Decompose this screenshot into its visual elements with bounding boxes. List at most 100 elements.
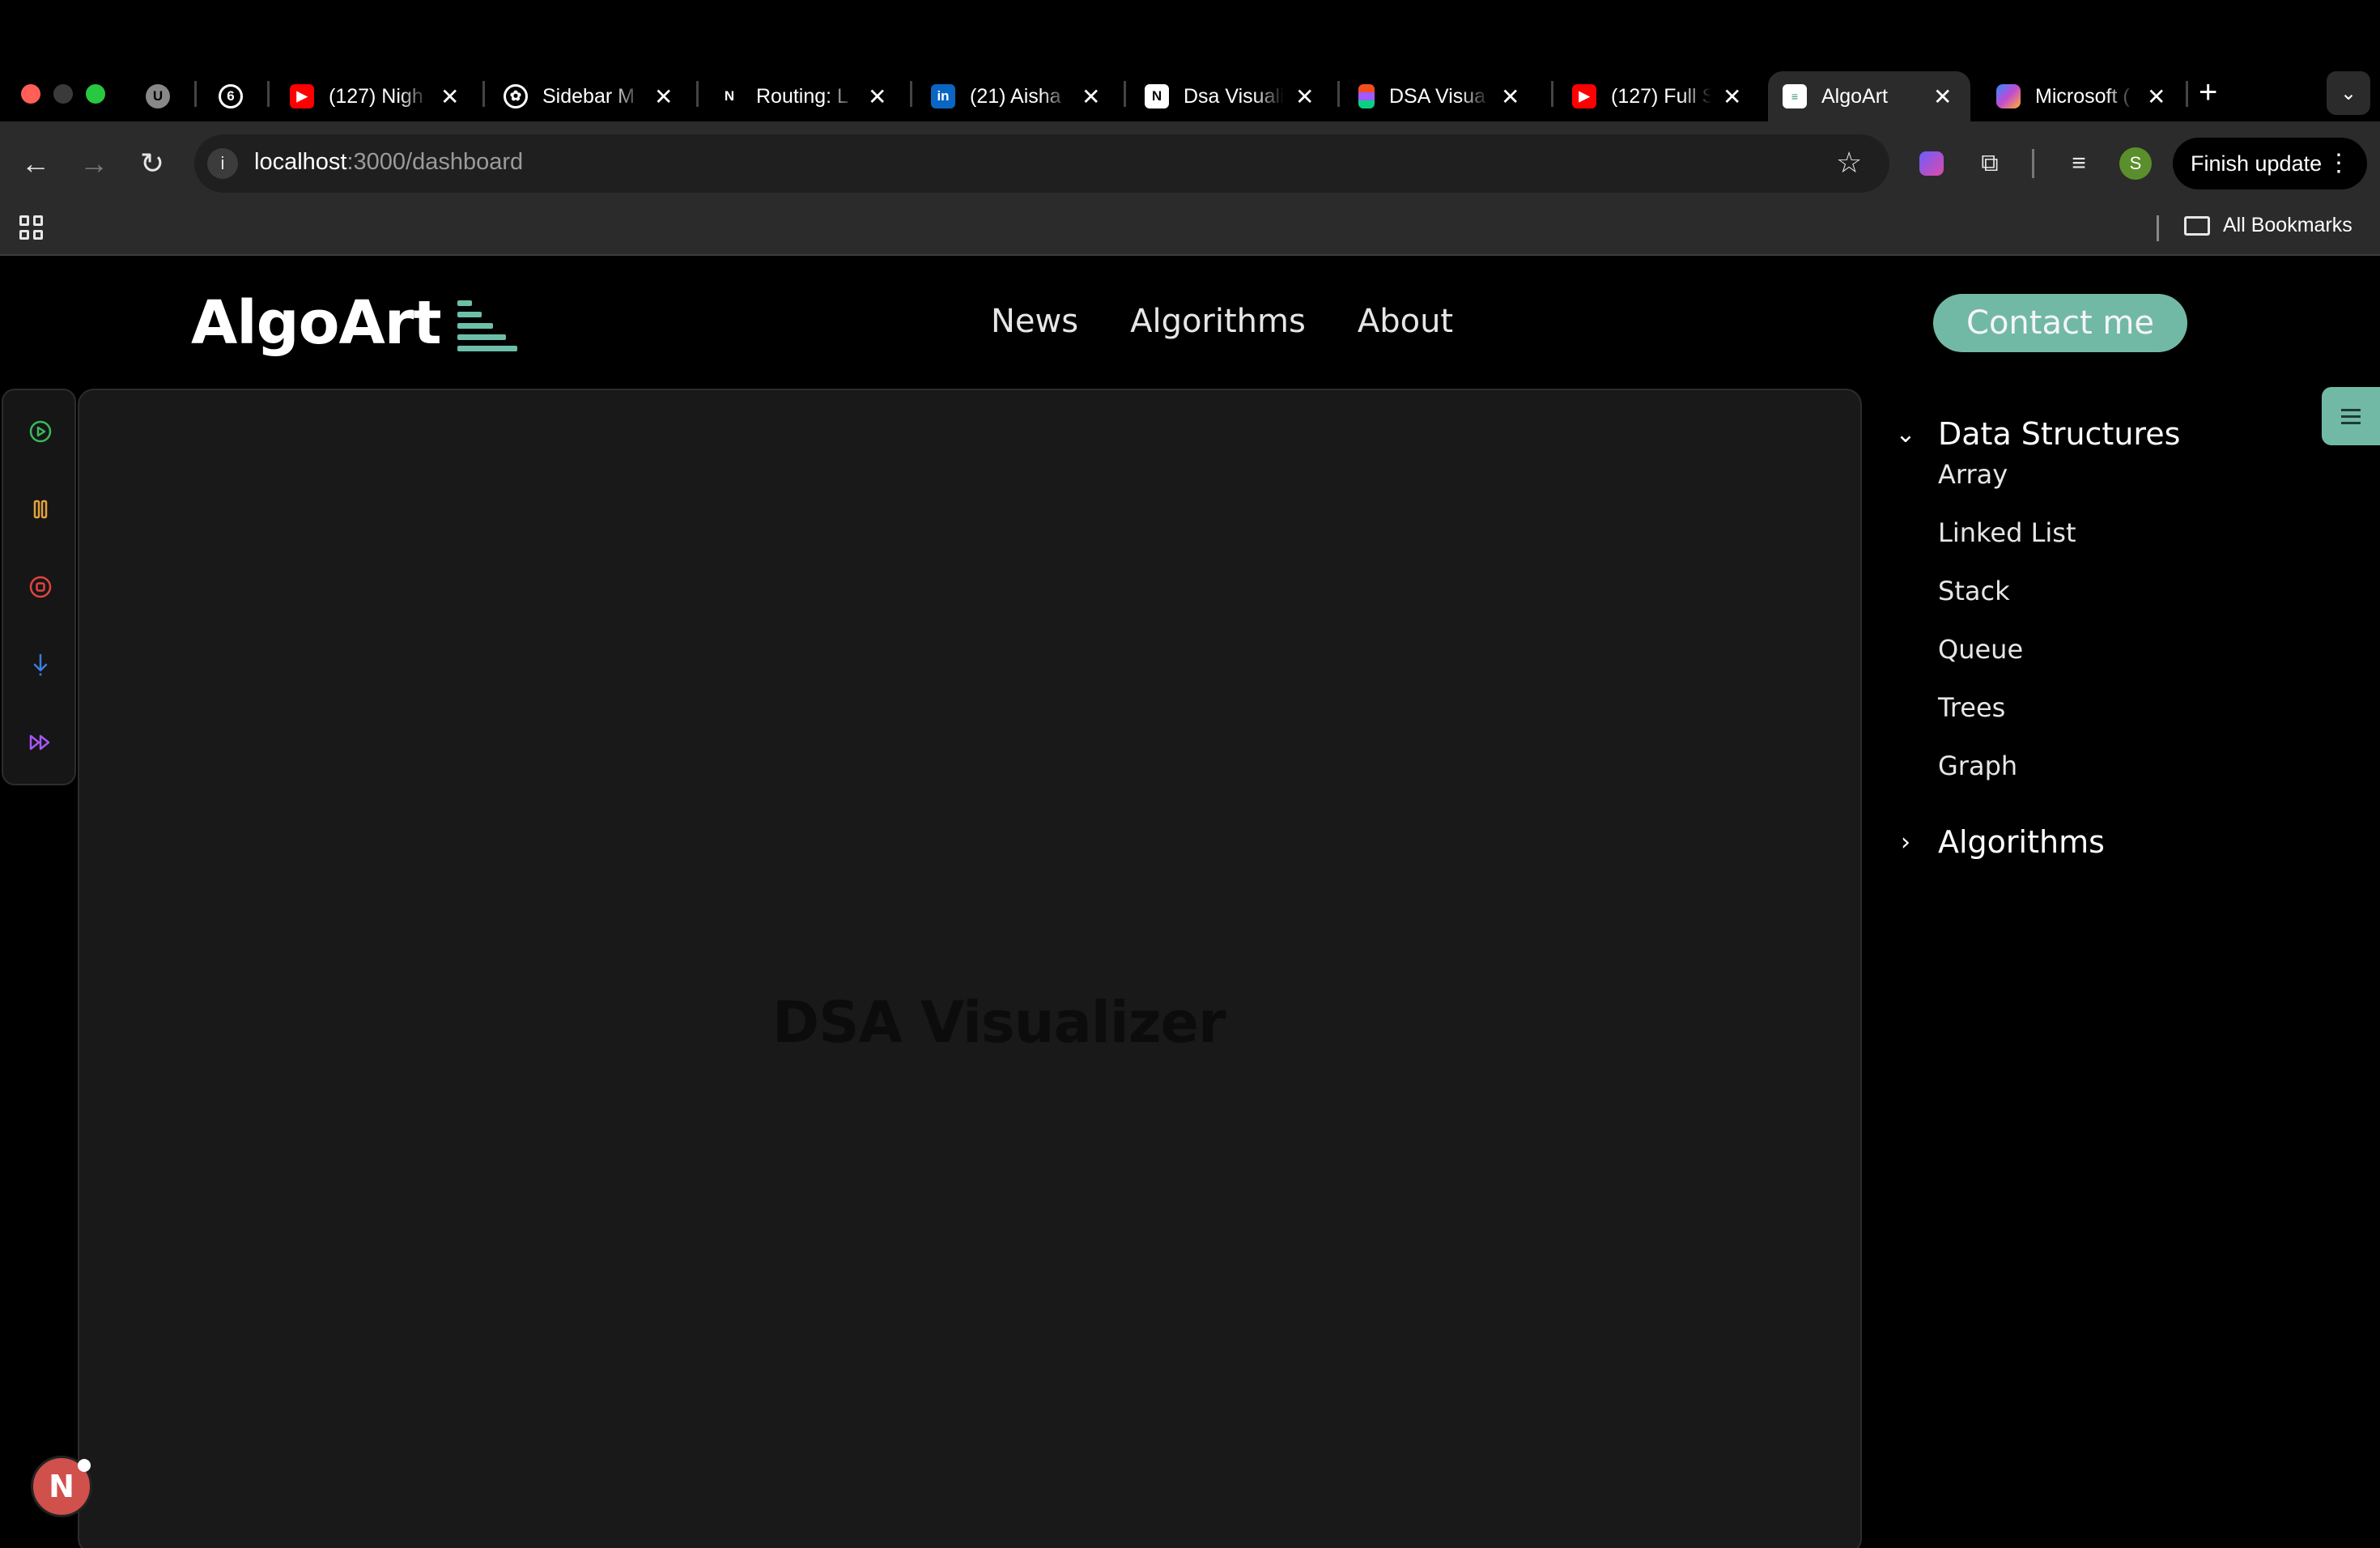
notion-icon: N: [1145, 84, 1169, 108]
tab-title: Dsa Visuali: [1184, 84, 1284, 108]
data-structures-header[interactable]: ⌄ Data Structures: [1891, 416, 2180, 452]
step-down-icon[interactable]: [3, 653, 78, 677]
tab-title: (21) Aisha: [970, 84, 1061, 108]
fast-forward-icon[interactable]: [3, 730, 78, 755]
algorithms-label: Algorithms: [1938, 824, 2105, 860]
puzzle-icon[interactable]: ⧉: [1974, 147, 2006, 180]
extension-icon[interactable]: [1919, 151, 1944, 176]
media-controls-icon[interactable]: ≡: [2063, 147, 2095, 180]
tab-routing[interactable]: N Routing: L ✕: [703, 71, 902, 121]
tab-youtube-2[interactable]: ▶ (127) Full S ✕: [1558, 71, 1757, 121]
bookmark-star-icon[interactable]: ☆: [1836, 146, 1862, 180]
algorithms-header[interactable]: › Algorithms: [1891, 824, 2105, 860]
contact-me-button[interactable]: Contact me: [1933, 294, 2187, 352]
tab-title: Routing: L: [756, 84, 848, 108]
all-bookmarks-label: All Bookmarks: [2223, 214, 2352, 236]
apps-grid-icon[interactable]: [19, 215, 44, 240]
play-icon[interactable]: [3, 419, 78, 444]
maximize-window-button[interactable]: [86, 84, 105, 104]
nav-algorithms[interactable]: Algorithms: [1130, 303, 1306, 340]
chevron-down-icon: ⌄: [1895, 419, 1916, 449]
figma-icon: [1358, 84, 1375, 108]
sidebar-data-structures: ⌄ Data Structures Array Linked List Stac…: [1891, 416, 2180, 808]
tab-microsoft[interactable]: Microsoft ( ✕: [1982, 71, 2181, 121]
profile-avatar[interactable]: S: [2119, 147, 2152, 180]
youtube-icon: ▶: [1572, 84, 1596, 108]
document-icon: ≡: [1783, 84, 1807, 108]
close-tab-icon[interactable]: ✕: [440, 83, 459, 110]
tab-title: (127) Full S: [1611, 84, 1711, 108]
close-tab-icon[interactable]: ✕: [654, 83, 673, 110]
logo-text: AlgoArt: [191, 288, 442, 358]
chatgpt-icon: 6: [219, 84, 243, 108]
finish-update-button[interactable]: Finish update ⋮: [2173, 138, 2367, 189]
notification-dot: [78, 1459, 91, 1472]
close-tab-icon[interactable]: ✕: [1501, 83, 1519, 110]
youtube-icon: ▶: [290, 84, 314, 108]
tab-search-chevron-icon[interactable]: ⌄: [2327, 71, 2370, 115]
sidebar-item-array[interactable]: Array: [1938, 458, 2180, 517]
tab-sidebar[interactable]: ✿ Sidebar M ✕: [489, 71, 688, 121]
bookmarks-bar: [0, 204, 2380, 256]
reload-icon[interactable]: ↻: [131, 142, 173, 185]
extension-icon: U: [146, 84, 170, 108]
minimize-window-button[interactable]: [53, 84, 73, 104]
data-structures-label: Data Structures: [1938, 416, 2181, 452]
canvas-title: DSA Visualizer: [772, 989, 1226, 1056]
close-tab-icon[interactable]: ✕: [2147, 83, 2165, 110]
back-arrow-icon[interactable]: ←: [15, 142, 57, 185]
logo-bars-icon: [457, 300, 517, 351]
page-content: AlgoArt News Algorithms About Contact me…: [0, 257, 2380, 1548]
data-structures-list: Array Linked List Stack Queue Trees Grap…: [1938, 458, 2180, 808]
visualizer-canvas[interactable]: DSA Visualizer: [78, 389, 1862, 1548]
kebab-menu-icon[interactable]: ⋮: [2327, 149, 2351, 177]
close-tab-icon[interactable]: ✕: [1933, 83, 1952, 110]
tab-title: DSA Visua: [1389, 84, 1486, 108]
close-tab-icon[interactable]: ✕: [1723, 83, 1741, 110]
main-nav: News Algorithms About: [991, 303, 1453, 340]
pause-icon[interactable]: [3, 497, 78, 521]
url-text[interactable]: localhost:3000/dashboard: [254, 149, 523, 176]
tab-linkedin[interactable]: in (21) Aisha ✕: [916, 71, 1116, 121]
sidebar-item-stack[interactable]: Stack: [1938, 575, 2180, 633]
tab-title: Microsoft (: [2035, 84, 2130, 108]
tab-strip: U 6 ▶ (127) Nigh ✕ ✿ Sidebar M ✕ N Routi…: [0, 0, 2380, 121]
close-tab-icon[interactable]: ✕: [868, 83, 886, 110]
tab-figma[interactable]: DSA Visua ✕: [1344, 71, 1543, 121]
tab-title: Sidebar M: [542, 84, 635, 108]
nextjs-icon: N: [717, 84, 742, 108]
sidebar-item-graph[interactable]: Graph: [1938, 750, 2180, 808]
sidebar-item-trees[interactable]: Trees: [1938, 691, 2180, 750]
chevron-right-icon: ›: [1901, 827, 1910, 857]
sidebar-item-linked-list[interactable]: Linked List: [1938, 517, 2180, 575]
url-path: :3000/dashboard: [346, 149, 524, 175]
sidebar-algorithms: › Algorithms: [1891, 824, 2105, 860]
new-tab-icon[interactable]: +: [2199, 74, 2217, 111]
copilot-icon: [1996, 84, 2021, 108]
sidebar-toggle-button[interactable]: [2322, 387, 2380, 445]
close-window-button[interactable]: [21, 84, 40, 104]
tab-title: (127) Nigh: [329, 84, 423, 108]
nav-news[interactable]: News: [991, 303, 1078, 340]
url-host: localhost: [254, 149, 347, 175]
tab-notion[interactable]: N Dsa Visuali ✕: [1130, 71, 1329, 121]
linkedin-icon: in: [931, 84, 955, 108]
tab-youtube-1[interactable]: ▶ (127) Nigh ✕: [275, 71, 474, 121]
all-bookmarks-button[interactable]: All Bookmarks: [2184, 214, 2352, 237]
nav-about[interactable]: About: [1358, 303, 1453, 340]
tab-algoart-active[interactable]: ≡ AlgoArt ✕: [1768, 71, 1970, 121]
site-info-icon[interactable]: i: [207, 148, 238, 179]
close-tab-icon[interactable]: ✕: [1295, 83, 1314, 110]
tab-chatgpt[interactable]: 6: [212, 71, 257, 121]
finish-update-label: Finish update: [2191, 151, 2323, 176]
folder-icon: [2184, 215, 2210, 236]
stop-icon[interactable]: [3, 575, 78, 599]
site-logo[interactable]: AlgoArt: [191, 288, 517, 358]
openai-icon: ✿: [504, 84, 528, 108]
playback-controls: [2, 389, 76, 785]
close-tab-icon[interactable]: ✕: [1082, 83, 1100, 110]
sidebar-item-queue[interactable]: Queue: [1938, 633, 2180, 691]
forward-arrow-icon[interactable]: →: [73, 142, 115, 185]
tab-extension[interactable]: U: [139, 71, 185, 121]
tab-title: AlgoArt: [1821, 84, 1888, 108]
